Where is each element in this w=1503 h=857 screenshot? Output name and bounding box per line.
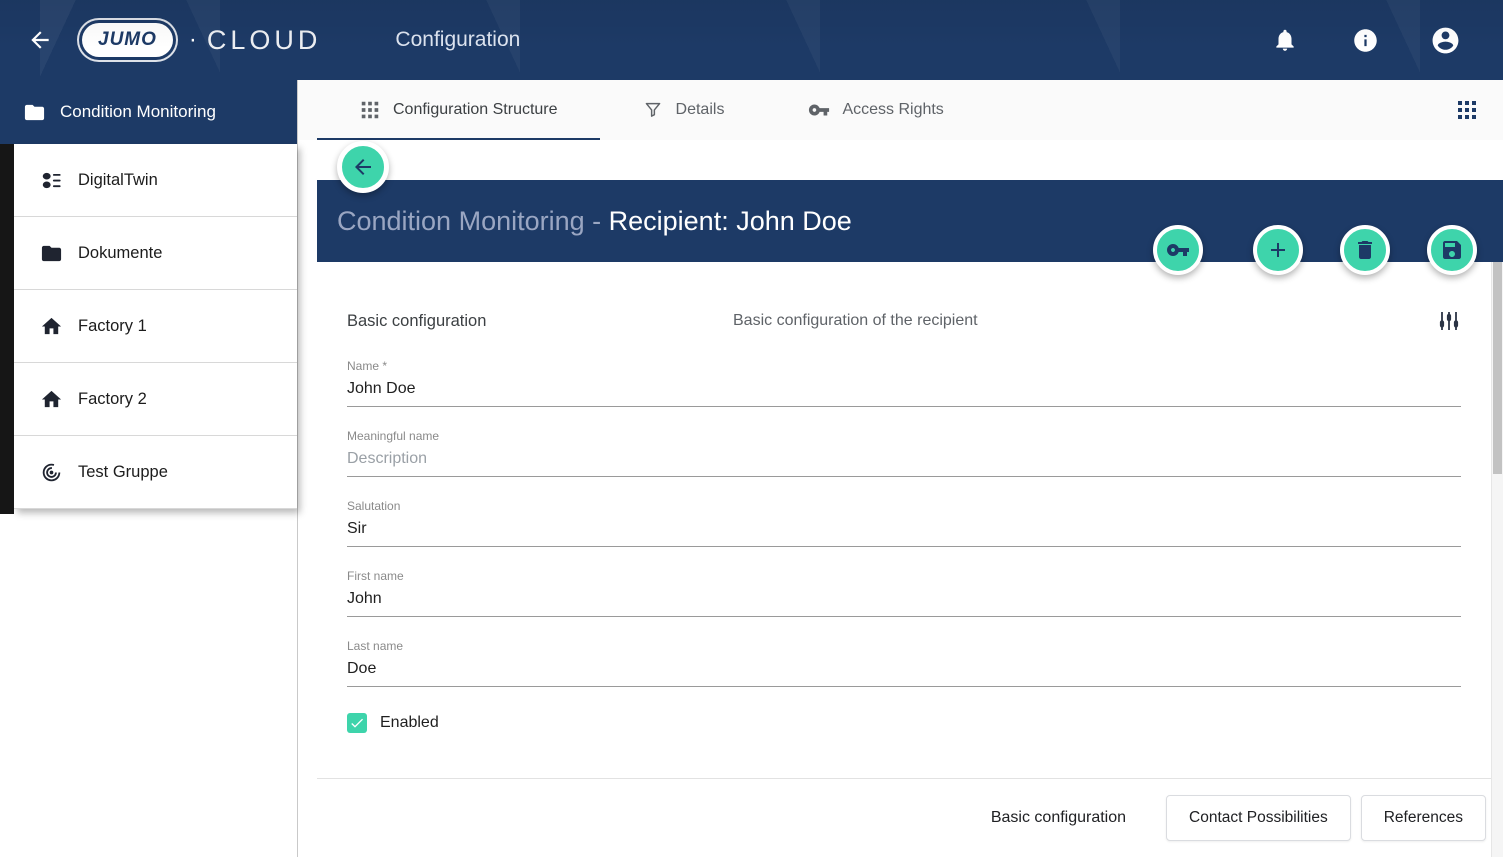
field-last-name-label: Last name: [347, 639, 1461, 653]
sidebar: Condition Monitoring DigitalTwin Dokumen…: [0, 80, 298, 857]
last-name-input[interactable]: [347, 658, 1461, 687]
person-circle-icon: [1430, 25, 1461, 56]
tab-label: Access Rights: [842, 101, 943, 119]
tab-configuration-structure[interactable]: Configuration Structure: [317, 80, 600, 140]
add-fab[interactable]: [1253, 225, 1303, 275]
floppy-save-icon: [1440, 238, 1464, 262]
section-title: Basic configuration: [347, 312, 733, 331]
jumo-cloud-logo: JUMO · CLOUD: [82, 23, 321, 57]
funnel-icon: [642, 99, 664, 121]
section-header: Basic configuration Basic configuration …: [347, 309, 1461, 333]
sidebar-root-label: Condition Monitoring: [60, 102, 216, 122]
sidebar-item-factory-1[interactable]: Factory 1: [14, 290, 297, 363]
field-last-name: Last name: [347, 639, 1461, 687]
salutation-input[interactable]: [347, 518, 1461, 547]
home-icon: [40, 388, 63, 411]
detail-back-fab[interactable]: [337, 141, 389, 193]
contact-possibilities-button[interactable]: Contact Possibilities: [1166, 795, 1351, 841]
topbar-actions: [1245, 25, 1485, 55]
field-salutation-label: Salutation: [347, 499, 1461, 513]
home-icon: [40, 315, 63, 338]
app-window: JUMO · CLOUD Configuration: [0, 0, 1503, 857]
tab-details[interactable]: Details: [600, 80, 767, 140]
enabled-checkbox-row[interactable]: Enabled: [347, 713, 1461, 733]
field-name: Name *: [347, 359, 1461, 407]
arrow-left-icon: [27, 27, 53, 53]
key-icon: [1166, 238, 1190, 262]
topbar-back-button[interactable]: [22, 22, 58, 58]
save-fab[interactable]: [1427, 225, 1477, 275]
sidebar-item-dokumente[interactable]: Dokumente: [14, 217, 297, 290]
trash-icon: [1353, 238, 1377, 262]
sidebar-item-label: Test Gruppe: [78, 463, 168, 482]
footer-bar: Basic configuration Contact Possibilitie…: [317, 778, 1491, 857]
section-subtitle: Basic configuration of the recipient: [733, 312, 1437, 330]
sidebar-item-test-gruppe[interactable]: Test Gruppe: [14, 436, 297, 509]
name-input[interactable]: [347, 378, 1461, 407]
jumo-logo: JUMO: [82, 23, 173, 57]
tab-access-rights[interactable]: Access Rights: [766, 80, 985, 140]
page-title: Configuration: [395, 28, 520, 52]
detail-title: Condition Monitoring - Recipient: John D…: [337, 206, 852, 237]
detail-title-prefix: Condition Monitoring -: [337, 206, 609, 236]
checkmark-icon: [349, 715, 365, 731]
meaningful-name-input[interactable]: [347, 448, 1461, 477]
sidebar-item-label: Dokumente: [78, 244, 162, 263]
vertical-scrollbar[interactable]: [1491, 262, 1503, 857]
info-button[interactable]: [1350, 25, 1380, 55]
info-icon: [1352, 27, 1379, 54]
sidebar-item-label: Factory 2: [78, 390, 147, 409]
cloud-logo-text: CLOUD: [207, 25, 322, 56]
footer-section-label: Basic configuration: [991, 809, 1126, 827]
basic-configuration-form: Basic configuration Basic configuration …: [298, 262, 1491, 778]
scrollbar-thumb[interactable]: [1493, 262, 1502, 474]
sidebar-item-label: Factory 1: [78, 317, 147, 336]
detail-header-band: Condition Monitoring - Recipient: John D…: [317, 180, 1503, 262]
detail-title-main: Recipient: John Doe: [609, 206, 852, 236]
enabled-checkbox[interactable]: [347, 713, 367, 733]
grid-icon: [359, 99, 381, 121]
arrow-left-icon: [351, 155, 375, 179]
vertical-sliders-icon[interactable]: [1437, 309, 1461, 333]
topbar: JUMO · CLOUD Configuration: [0, 0, 1503, 80]
field-first-name-label: First name: [347, 569, 1461, 583]
field-meaningful-name-label: Meaningful name: [347, 429, 1461, 443]
key-icon: [808, 99, 830, 121]
target-icon: [40, 461, 63, 484]
main-area: Configuration Structure Details Access R…: [298, 80, 1503, 857]
references-button[interactable]: References: [1361, 795, 1486, 841]
notifications-button[interactable]: [1270, 25, 1300, 55]
field-meaningful-name: Meaningful name: [347, 429, 1461, 477]
sidebar-list: DigitalTwin Dokumente Factory 1 Factory …: [14, 144, 297, 509]
nesting-indicator: [0, 144, 14, 514]
folder-icon: [40, 242, 63, 265]
enabled-checkbox-label: Enabled: [380, 714, 439, 732]
sidebar-item-condition-monitoring[interactable]: Condition Monitoring: [0, 80, 297, 144]
field-first-name: First name: [347, 569, 1461, 617]
tab-label: Configuration Structure: [393, 101, 558, 119]
bell-icon: [1272, 27, 1298, 53]
digital-twin-icon: [40, 169, 63, 192]
field-name-label: Name *: [347, 359, 1461, 373]
logo-separator: ·: [189, 26, 197, 54]
delete-fab[interactable]: [1340, 225, 1390, 275]
access-rights-fab[interactable]: [1153, 225, 1203, 275]
folder-icon: [23, 101, 46, 124]
plus-icon: [1266, 238, 1290, 262]
account-button[interactable]: [1430, 25, 1460, 55]
tab-label: Details: [676, 101, 725, 119]
first-name-input[interactable]: [347, 588, 1461, 617]
sidebar-item-label: DigitalTwin: [78, 171, 158, 190]
apps-grid-icon[interactable]: [1455, 98, 1479, 122]
field-salutation: Salutation: [347, 499, 1461, 547]
sidebar-item-factory-2[interactable]: Factory 2: [14, 363, 297, 436]
sidebar-item-digitaltwin[interactable]: DigitalTwin: [14, 144, 297, 217]
tabbar: Configuration Structure Details Access R…: [298, 80, 1503, 140]
